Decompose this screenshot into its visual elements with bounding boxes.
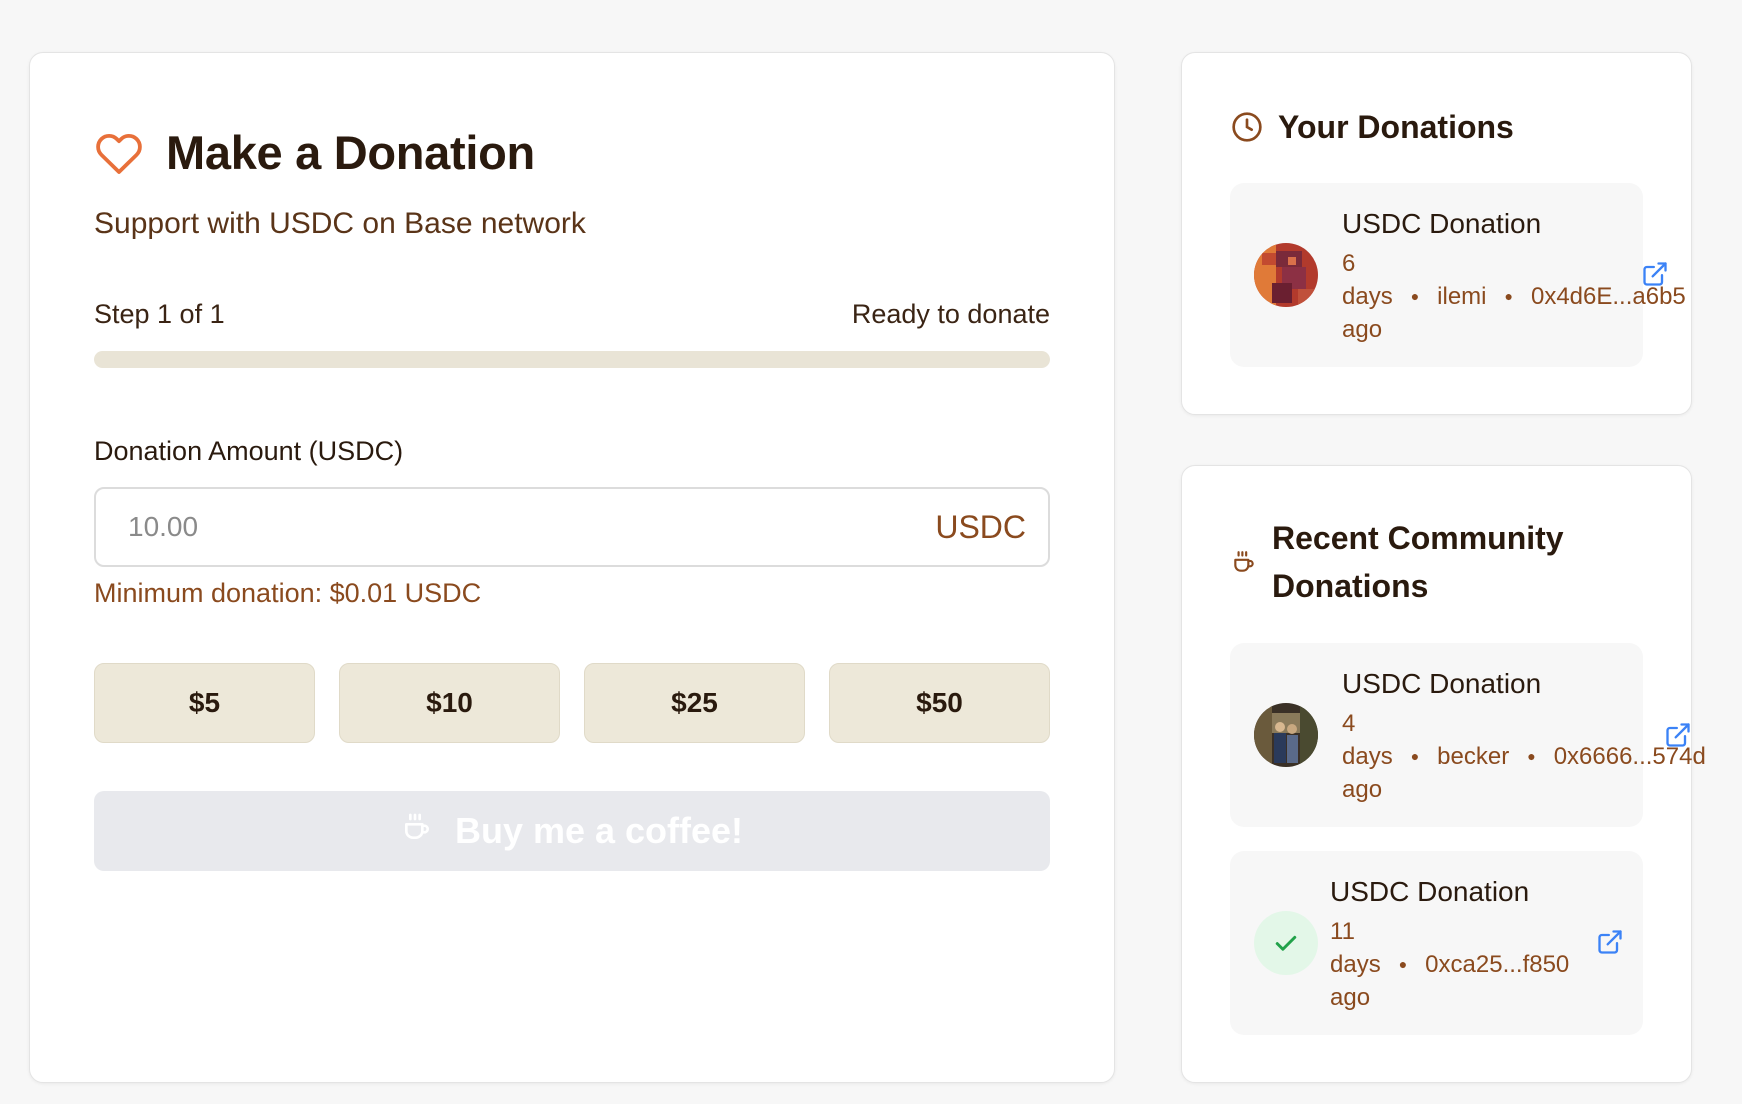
donor-name: becker: [1437, 743, 1510, 770]
preset-10-button[interactable]: $10: [339, 663, 560, 743]
coffee-icon: [1230, 548, 1258, 576]
donation-meta: 6 days ago ● ilemi ● 0x4d6E...a6b5: [1342, 247, 1686, 346]
external-link-icon[interactable]: [1595, 927, 1625, 957]
donation-card: Make a Donation Support with USDC on Bas…: [29, 52, 1115, 1083]
donation-time: 11 days ago: [1330, 918, 1381, 1011]
preset-50-button[interactable]: $50: [829, 663, 1050, 743]
step-status: Ready to donate: [851, 299, 1050, 329]
donation-title: USDC Donation: [1342, 668, 1542, 699]
community-donations-card: Recent Community Donations USDC Donation…: [1181, 465, 1706, 1083]
check-icon: [1254, 911, 1318, 975]
donor-name: ilemi: [1437, 283, 1487, 310]
separator: ●: [1410, 288, 1420, 304]
step-indicator: Step 1 of 1 Ready to donate: [94, 299, 1050, 330]
donation-time: 6 days ago: [1342, 250, 1393, 343]
donation-meta: 4 days ago ● becker ● 0x6666...574d: [1342, 707, 1706, 806]
amount-label: Donation Amount (USDC): [94, 436, 404, 466]
list-item: USDC Donation 11 days ago ● 0xca25...f85…: [1230, 851, 1643, 1035]
community-header: Recent Community Donations: [1230, 514, 1564, 610]
donation-subtitle: Support with USDC on Base network: [94, 207, 586, 240]
preset-amounts: $5 $10 $25 $50: [94, 663, 1050, 743]
preset-25-button[interactable]: $25: [584, 663, 805, 743]
community-title: Recent Community Donations: [1272, 520, 1564, 604]
your-donations-card: Your Donations USDC Donation 6 days ago …: [1181, 52, 1692, 415]
step-label: Step 1 of 1: [94, 299, 225, 329]
list-item: USDC Donation 6 days ago ● ilemi ● 0x4d6…: [1230, 183, 1686, 367]
amount-input[interactable]: [96, 489, 936, 565]
donation-meta: 11 days ago ● 0xca25...f850: [1330, 915, 1569, 1014]
donation-title: USDC Donation: [1330, 876, 1530, 907]
external-link-icon[interactable]: [1640, 259, 1670, 289]
donor-address: 0xca25...f850: [1425, 951, 1570, 978]
external-link-icon[interactable]: [1663, 720, 1693, 750]
coffee-icon: [401, 810, 433, 852]
clock-icon: [1230, 110, 1264, 144]
your-donations-header: Your Donations: [1230, 103, 1514, 151]
amount-field: USDC: [94, 487, 1050, 567]
separator: ●: [1398, 956, 1408, 972]
progress-bar: [94, 351, 1050, 368]
list-item: USDC Donation 4 days ago ● becker ● 0x66…: [1230, 643, 1706, 827]
your-donations-title: Your Donations: [1278, 109, 1514, 145]
preset-5-button[interactable]: $5: [94, 663, 315, 743]
donation-time: 4 days ago: [1342, 710, 1393, 803]
amount-unit: USDC: [935, 508, 1026, 545]
buy-coffee-label: Buy me a coffee!: [454, 810, 744, 851]
separator: ●: [1527, 748, 1536, 764]
separator: ●: [1410, 748, 1420, 764]
minimum-note: Minimum donation: $0.01 USDC: [94, 578, 482, 608]
separator: ●: [1504, 288, 1513, 304]
donation-title: USDC Donation: [1342, 208, 1542, 239]
avatar: [1254, 243, 1318, 307]
buy-coffee-button[interactable]: Buy me a coffee!: [94, 791, 1050, 871]
avatar: [1254, 703, 1318, 767]
page-title: Make a Donation: [166, 126, 535, 179]
donation-header: Make a Donation: [94, 125, 535, 180]
heart-icon: [94, 128, 144, 178]
